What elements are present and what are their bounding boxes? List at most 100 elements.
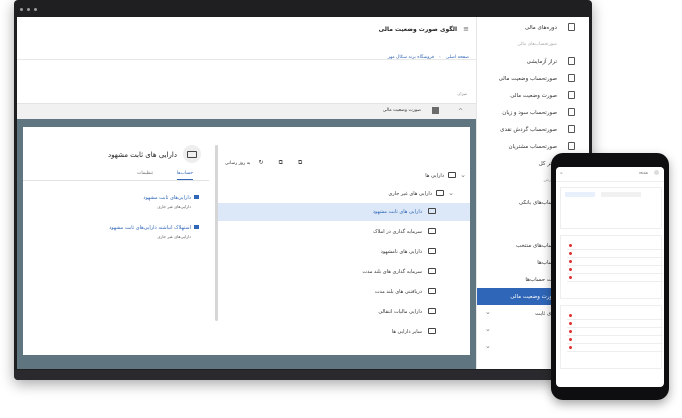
folder-icon bbox=[428, 228, 436, 234]
phone-screen: ≡ Moazi bbox=[556, 167, 664, 387]
chevron-down-icon[interactable]: ⌄ bbox=[485, 342, 491, 350]
table-row[interactable] bbox=[567, 242, 663, 250]
table-row[interactable] bbox=[567, 266, 663, 274]
account-sub: دارایی‌های غیر جاری bbox=[157, 204, 191, 209]
status-dot bbox=[569, 276, 572, 279]
status-dot bbox=[569, 338, 572, 341]
folder-icon bbox=[428, 308, 436, 314]
detail-pane: دارایی های ثابت مشهود حساب‌ها تنظیمات دا… bbox=[23, 127, 209, 355]
tree-pane: به روز رسانی ↻ ⧉ ⧉ ⌄ دارایی ها ⌄ دارایی … bbox=[218, 127, 470, 355]
phone-frame: ≡ Moazi bbox=[551, 153, 669, 400]
statement-row-label: صورت وضعیت مالی bbox=[382, 108, 421, 113]
sidebar-item[interactable]: صورتحساب وضعیت مالی bbox=[477, 70, 589, 87]
laptop-bezel-bottom bbox=[14, 370, 592, 380]
status-dot bbox=[569, 260, 572, 263]
tree-node-group[interactable]: ⌄ دارایی های غیر جاری bbox=[218, 185, 470, 203]
window-dot-close[interactable] bbox=[20, 8, 23, 11]
folder-icon bbox=[428, 248, 436, 254]
tree-item-label: سرمایه گذاری در املاک bbox=[373, 229, 422, 235]
folder-icon bbox=[428, 208, 436, 214]
sidebar-item[interactable]: تراز آزمایشی bbox=[477, 53, 589, 70]
sidebar-item[interactable]: صورتحساب سود و زیان bbox=[477, 104, 589, 121]
tree-item[interactable]: سایر دارایی ها bbox=[218, 323, 470, 341]
folder-glyph bbox=[187, 151, 197, 158]
refresh-label[interactable]: به روز رسانی bbox=[225, 161, 250, 166]
menu-icon[interactable]: ≡ bbox=[560, 171, 563, 175]
statement-row[interactable]: ^ صورت وضعیت مالی bbox=[17, 103, 477, 120]
sidebar-item-label: صورتحساب سود و زیان bbox=[502, 110, 557, 116]
tree-item-label: دارایی های نامشهود bbox=[380, 249, 422, 255]
status-dot bbox=[569, 322, 572, 325]
sidebar-item[interactable]: صورتحساب‌های مالی bbox=[477, 36, 589, 53]
table-row[interactable] bbox=[567, 258, 663, 266]
avatar[interactable] bbox=[654, 170, 659, 175]
status-dot bbox=[569, 314, 572, 317]
tree-item[interactable]: دارایی های نامشهود bbox=[218, 243, 470, 261]
tree-item[interactable]: دریافتنی های بلند مدت bbox=[218, 283, 470, 301]
table-row[interactable] bbox=[567, 336, 663, 344]
sidebar-item[interactable]: صورت وضعیت مالی bbox=[477, 87, 589, 104]
tree-item[interactable]: سرمایه گذاری های بلند مدت bbox=[218, 263, 470, 281]
chevron-up-icon[interactable]: ^ bbox=[458, 108, 463, 115]
checkbox-icon[interactable] bbox=[432, 107, 439, 114]
tree-item[interactable]: دارایی مالیات انتقالی bbox=[218, 303, 470, 321]
status-dot bbox=[569, 330, 572, 333]
status-dot bbox=[569, 252, 572, 255]
status-dot bbox=[569, 268, 572, 271]
tree-node-label: دارایی ها bbox=[425, 173, 444, 179]
account-item[interactable]: استهلاک انباشته دارایی‌های ثابت مشهود دا… bbox=[23, 223, 209, 245]
tree-node-root[interactable]: ⌄ دارایی ها bbox=[218, 167, 470, 185]
chevron-down-icon[interactable]: ⌄ bbox=[448, 189, 454, 197]
sidebar-item-label: صورت وضعیت مالی bbox=[510, 93, 557, 99]
table-row[interactable] bbox=[567, 320, 663, 328]
refresh-icon[interactable]: ↻ bbox=[258, 159, 263, 166]
content-panel: دارایی های ثابت مشهود حساب‌ها تنظیمات دا… bbox=[17, 119, 477, 369]
tree-item-label: سایر دارایی ها bbox=[391, 329, 422, 335]
status-dot bbox=[569, 346, 572, 349]
window-dot-minimize[interactable] bbox=[27, 8, 30, 11]
chevron-down-icon[interactable]: ⌄ bbox=[460, 171, 466, 179]
page-title: الگوی صورت وضعیت مالی bbox=[378, 26, 457, 33]
account-name[interactable]: دارایی‌های ثابت مشهود bbox=[143, 195, 191, 201]
doc-icon bbox=[568, 142, 575, 150]
tree-item-label: دارایی مالیات انتقالی bbox=[378, 309, 422, 315]
sidebar-item-label: صورتحساب‌های مالی bbox=[517, 42, 557, 47]
tree-item[interactable]: سرمایه گذاری در املاک bbox=[218, 223, 470, 241]
table-row[interactable] bbox=[567, 328, 663, 336]
table-row[interactable] bbox=[567, 274, 663, 282]
tree-item-label: سرمایه گذاری های بلند مدت bbox=[362, 269, 422, 275]
folder-icon bbox=[436, 190, 444, 196]
tab-settings[interactable]: تنظیمات bbox=[137, 171, 153, 176]
sidebar-item-label: صورتحساب مشتریان bbox=[508, 144, 557, 150]
tree-item-label: دارایی های ثابت مشهود bbox=[372, 209, 422, 215]
account-icon bbox=[194, 195, 199, 199]
paste-icon[interactable]: ⧉ bbox=[298, 159, 302, 166]
chevron-down-icon[interactable]: ⌄ bbox=[485, 308, 491, 316]
table-row[interactable] bbox=[567, 312, 663, 320]
phone-filter-chip[interactable] bbox=[565, 192, 595, 197]
menu-icon[interactable]: ≡ bbox=[463, 25, 469, 33]
account-item[interactable]: دارایی‌های ثابت مشهود دارایی‌های غیر جار… bbox=[23, 193, 209, 215]
copy-icon[interactable]: ⧉ bbox=[279, 159, 283, 166]
folder-icon bbox=[428, 268, 436, 274]
phone-brand: Moazi bbox=[639, 171, 648, 175]
chevron-down-icon[interactable]: ⌄ bbox=[485, 325, 491, 333]
account-name[interactable]: استهلاک انباشته دارایی‌های ثابت مشهود bbox=[109, 225, 191, 231]
status-dot bbox=[569, 244, 572, 247]
phone-filter-chip[interactable] bbox=[601, 192, 641, 197]
sidebar-item-label: صورتحساب گردش نقدی bbox=[500, 127, 557, 133]
table-row[interactable] bbox=[567, 250, 663, 258]
table-row[interactable] bbox=[567, 344, 663, 352]
sidebar-item-label: تراز آزمایشی bbox=[526, 59, 557, 65]
phone-filter-card bbox=[560, 187, 662, 229]
tree-item[interactable]: دارایی های ثابت مشهود bbox=[218, 203, 470, 221]
sidebar-item[interactable]: دوره‌های مالی bbox=[477, 19, 589, 36]
doc-icon bbox=[568, 74, 575, 82]
sidebar-item[interactable]: صورتحساب گردش نقدی bbox=[477, 121, 589, 138]
phone-table bbox=[560, 305, 663, 369]
window-dot-maximize[interactable] bbox=[34, 8, 37, 11]
account-sub: دارایی‌های غیر جاری bbox=[157, 234, 191, 239]
tab-accounts[interactable]: حساب‌ها bbox=[176, 171, 193, 180]
folder-icon bbox=[448, 172, 456, 178]
calendar-icon bbox=[568, 23, 575, 31]
